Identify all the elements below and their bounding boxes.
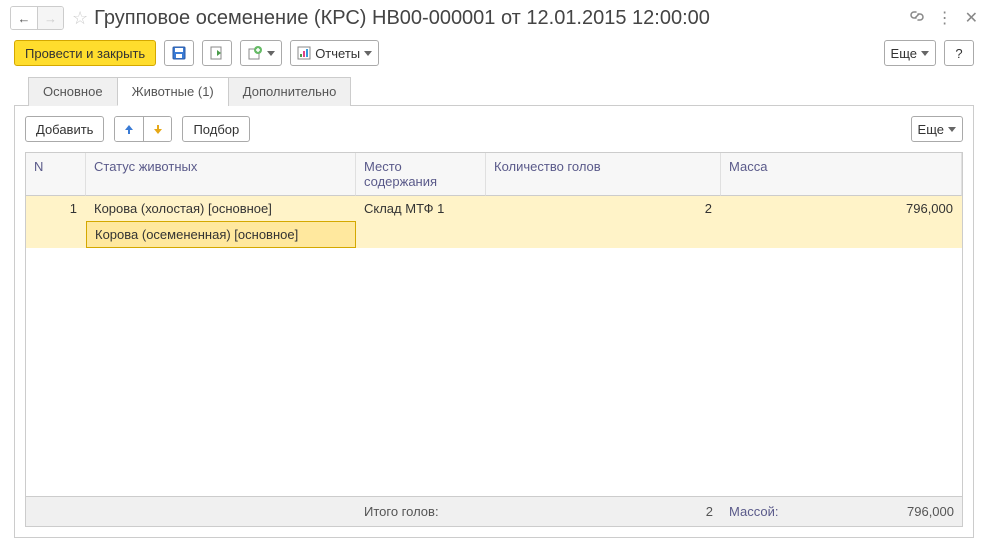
cell-substatus[interactable]: Корова (осемененная) [основное]	[86, 221, 356, 248]
footer-count-value: 2	[486, 497, 721, 526]
footer-mass-label: Массой:	[729, 504, 778, 519]
chevron-down-icon	[948, 127, 956, 132]
move-up-button[interactable]	[115, 117, 143, 141]
cell-mass: 796,000	[721, 196, 962, 221]
tab-main[interactable]: Основное	[28, 77, 118, 106]
favorite-star-icon[interactable]: ☆	[72, 8, 88, 29]
create-icon	[247, 45, 263, 61]
tab-animals[interactable]: Животные (1)	[117, 77, 229, 106]
post-button[interactable]	[202, 40, 232, 66]
create-based-on-dropdown[interactable]	[240, 40, 282, 66]
col-mass[interactable]: Масса	[721, 153, 962, 196]
more-dropdown[interactable]: Еще	[884, 40, 936, 66]
table-subrow[interactable]: Корова (осемененная) [основное]	[26, 221, 962, 248]
help-button[interactable]: ?	[944, 40, 974, 66]
col-status[interactable]: Статус животных	[86, 153, 356, 196]
arrow-down-icon	[152, 123, 164, 135]
tabs: Основное Животные (1) Дополнительно	[14, 76, 974, 106]
chevron-down-icon	[364, 51, 372, 56]
cell-n: 1	[26, 196, 86, 221]
col-n[interactable]: N	[26, 153, 86, 196]
nav-buttons: ← →	[10, 6, 64, 30]
link-icon[interactable]	[909, 8, 925, 29]
chevron-down-icon	[267, 51, 275, 56]
nav-back-button[interactable]: ←	[11, 7, 37, 29]
post-icon	[209, 45, 225, 61]
page-title: Групповое осеменение (КРС) НВ00-000001 о…	[94, 7, 908, 30]
footer-count-label: Итого голов:	[356, 497, 486, 526]
inner-more-label: Еще	[918, 122, 944, 137]
close-window-icon[interactable]: ✕	[965, 8, 978, 28]
animals-table: N Статус животных Место содержания Колич…	[25, 152, 963, 527]
cell-count: 2	[486, 196, 721, 221]
report-icon	[297, 46, 311, 60]
cell-location: Склад МТФ 1	[356, 196, 486, 221]
table-row[interactable]: 1 Корова (холостая) [основное] Склад МТФ…	[26, 196, 962, 221]
reports-label: Отчеты	[315, 46, 360, 61]
add-button[interactable]: Добавить	[25, 116, 104, 142]
reports-dropdown[interactable]: Отчеты	[290, 40, 379, 66]
cell-status: Корова (холостая) [основное]	[86, 196, 356, 221]
inner-more-dropdown[interactable]: Еще	[911, 116, 963, 142]
arrow-up-icon	[123, 123, 135, 135]
nav-forward-button[interactable]: →	[37, 7, 63, 29]
floppy-icon	[171, 45, 187, 61]
more-menu-icon[interactable]: ⋮	[937, 8, 953, 28]
move-down-button[interactable]	[143, 117, 171, 141]
save-button[interactable]	[164, 40, 194, 66]
move-buttons	[114, 116, 172, 142]
post-and-close-button[interactable]: Провести и закрыть	[14, 40, 156, 66]
col-count[interactable]: Количество голов	[486, 153, 721, 196]
table-footer: Итого голов: 2 Массой: 796,000	[26, 496, 962, 526]
more-label: Еще	[891, 46, 917, 61]
col-location[interactable]: Место содержания	[356, 153, 486, 196]
chevron-down-icon	[921, 51, 929, 56]
tab-additional[interactable]: Дополнительно	[228, 77, 352, 106]
footer-mass-value: 796,000	[907, 504, 954, 519]
pick-button[interactable]: Подбор	[182, 116, 250, 142]
